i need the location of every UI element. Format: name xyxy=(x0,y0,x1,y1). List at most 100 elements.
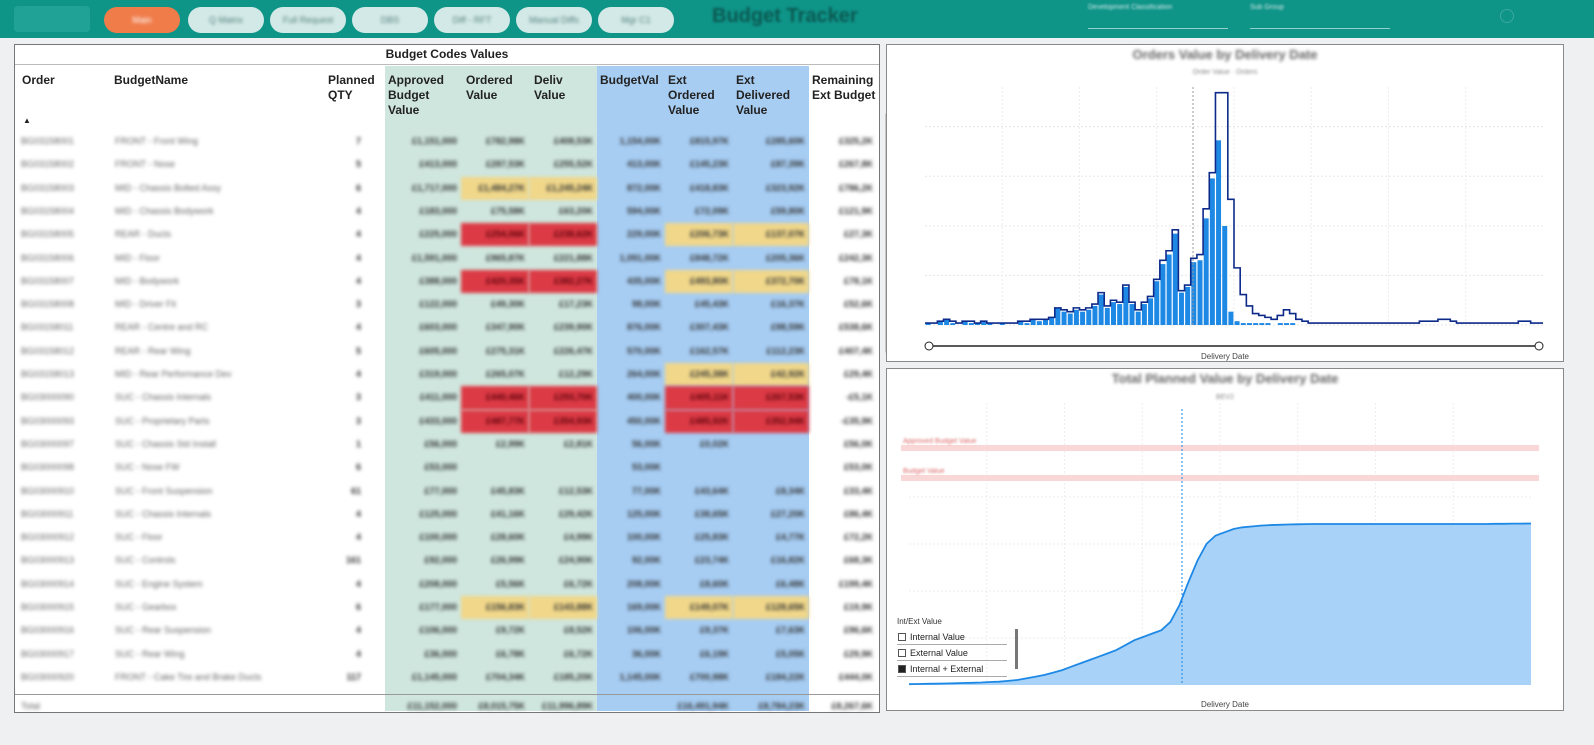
cell-ext-ordered: £9,37K xyxy=(699,625,729,636)
cell-budgetval: 98,00K xyxy=(631,299,661,310)
total-deliv: £11,996,89K xyxy=(541,701,593,711)
option-internal-external[interactable]: Internal + External xyxy=(897,661,1007,677)
order-value-bar xyxy=(1036,321,1042,325)
slicer-dropdown[interactable] xyxy=(1088,17,1228,29)
cell-qty: 61 xyxy=(350,485,361,496)
nav-label: Full Request xyxy=(282,15,334,25)
cell-qty: 3 xyxy=(355,299,361,310)
nav-button-mgr[interactable]: Mgr C1 xyxy=(598,7,674,33)
col-header-ext-delivered[interactable]: Ext Delivered Value xyxy=(731,66,807,130)
cell-name: REAR - Centre and RC xyxy=(115,322,209,333)
cell-ext-delivered: £27,20K xyxy=(770,508,805,519)
col-header-ordered-value[interactable]: Ordered Value xyxy=(461,66,529,130)
nav-button-q-matrix[interactable]: Q Matrix xyxy=(188,7,264,33)
cell-order: BG03158003 xyxy=(21,182,75,193)
col-header-planned-qty[interactable]: Planned QTY xyxy=(323,66,385,130)
option-label: Internal + External xyxy=(910,664,984,674)
cell-qty: 5 xyxy=(355,345,361,356)
nav-button-main[interactable]: Main xyxy=(104,7,180,33)
cell-remaining: £72,2K xyxy=(843,532,873,543)
cell-approved: £122,000 xyxy=(419,299,457,310)
cell-ordered: £41,16K xyxy=(490,508,525,519)
cell-ext-ordered: £8,60K xyxy=(699,578,729,589)
cell-remaining: £68,3K xyxy=(843,555,873,566)
cell-budgetval: 53,00K xyxy=(631,462,661,473)
cell-budgetval: 92,00K xyxy=(631,555,661,566)
checkbox-checked[interactable] xyxy=(898,665,906,673)
cell-name: MID - Rear Performance Dev xyxy=(115,369,232,379)
col-header-budgetval[interactable]: BudgetVal xyxy=(595,66,665,130)
int-ext-value-slicer[interactable]: Int/Ext Value Internal Value External Va… xyxy=(897,617,1018,677)
slicer-development-classification[interactable]: Development Classification xyxy=(1088,4,1228,34)
cell-order: BG03000916 xyxy=(21,625,75,636)
cell-ext-ordered: £162,57K xyxy=(689,345,729,356)
cell-budgetval: 400,00K xyxy=(626,392,661,403)
cell-deliv: £239,90K xyxy=(553,322,593,333)
budget-codes-table-panel: Budget Codes Values Order ▲ BudgetName P… xyxy=(14,44,889,713)
col-header-approved-budget[interactable]: Approved Budget Value xyxy=(383,66,461,130)
cell-name: MID - Driver Fit xyxy=(115,299,176,310)
order-value-bar xyxy=(1141,304,1147,325)
cell-name: MID - Chassis Bolted Assy xyxy=(115,182,222,193)
cell-remaining: £407,4K xyxy=(838,345,873,356)
col-header-budget-name[interactable]: BudgetName xyxy=(109,66,319,130)
cell-order: BG03158013 xyxy=(21,369,75,379)
budget-value-ref-band xyxy=(901,475,1539,481)
sort-ascending-icon[interactable]: ▲ xyxy=(23,116,31,125)
cell-remaining: -£35,9K xyxy=(840,415,873,426)
cell-name: FRONT - Front Wing xyxy=(115,136,198,146)
cell-order: BG03158011 xyxy=(21,322,74,333)
slicer-title: Int/Ext Value xyxy=(897,617,942,626)
checkbox[interactable] xyxy=(898,649,906,657)
slicer-dropdown[interactable] xyxy=(1250,17,1390,29)
slicer-sub-group[interactable]: Sub Group xyxy=(1250,4,1390,34)
checkbox[interactable] xyxy=(898,633,906,641)
cell-approved: £1,145,000 xyxy=(411,671,457,682)
order-value-bar xyxy=(1259,323,1265,325)
cell-name: FRONT - Cake Tire and Brake Ducts xyxy=(115,671,262,682)
cell-ordered: £265,07K xyxy=(485,369,525,379)
order-value-bar xyxy=(1172,233,1178,325)
cell-name: SUC - Nose FW xyxy=(115,462,180,473)
cell-remaining: £786,2K xyxy=(838,182,873,193)
orders-value-chart-panel: Orders Value by Delivery Date Order Valu… xyxy=(886,44,1564,362)
cell-remaining: £96,6K xyxy=(843,625,873,636)
cell-order: BG03158006 xyxy=(21,252,75,263)
col-header-ext-ordered[interactable]: Ext Ordered Value xyxy=(663,66,733,130)
cell-ext-delivered: £137,07K xyxy=(733,223,809,247)
cell-name: REAR - Ducts xyxy=(115,229,172,240)
option-external-value[interactable]: External Value xyxy=(897,645,1007,661)
cell-order: BG03000920 xyxy=(21,671,75,682)
cell-ordered: £287,53K xyxy=(485,159,525,170)
cell-ext-delivered: £285,60K xyxy=(765,136,805,146)
cell-name: SUC - Engine System xyxy=(115,578,203,589)
cell-approved: £92,000 xyxy=(424,555,457,566)
order-value-bar xyxy=(1185,286,1191,325)
cell-remaining: £53,0K xyxy=(843,462,873,473)
cell-ordered xyxy=(461,456,529,479)
col-header-deliv-value[interactable]: Deliv Value xyxy=(529,66,597,130)
cell-remaining: £52,6K xyxy=(843,299,873,310)
cell-order: BG03158008 xyxy=(21,299,75,310)
cell-name: SUC - Chassis Internals xyxy=(115,508,212,519)
cell-ext-ordered: £700,98K xyxy=(689,671,729,682)
cell-name: FRONT - Nose xyxy=(115,159,175,170)
total-label: Total xyxy=(21,701,41,711)
cell-order: BG03000090 xyxy=(21,392,75,403)
order-value-bar xyxy=(1166,254,1172,325)
nav-button-full-request[interactable]: Full Request xyxy=(270,7,346,33)
nav-button-diff-rft[interactable]: Diff - RFT xyxy=(434,7,510,33)
order-value-bar xyxy=(1277,323,1283,325)
col-header-remaining-ext-budget[interactable]: Remaining Ext Budget xyxy=(807,66,879,130)
nav-button-dbs[interactable]: DBS xyxy=(352,7,428,33)
cell-budgetval: 450,00K xyxy=(626,415,661,426)
slicer-scrollbar[interactable] xyxy=(1015,629,1018,669)
cell-deliv: £143,88K xyxy=(529,596,597,620)
user-icon[interactable] xyxy=(1500,9,1514,23)
cell-deliv: £185,20K xyxy=(553,671,593,682)
order-value-bar xyxy=(1073,309,1079,325)
cell-name: SUC - Proprietary Parts xyxy=(115,415,210,426)
cell-ordered: £5,56K xyxy=(495,578,525,589)
nav-button-manual-diffs[interactable]: Manual Diffs xyxy=(516,7,592,33)
option-internal-value[interactable]: Internal Value xyxy=(897,629,1007,645)
